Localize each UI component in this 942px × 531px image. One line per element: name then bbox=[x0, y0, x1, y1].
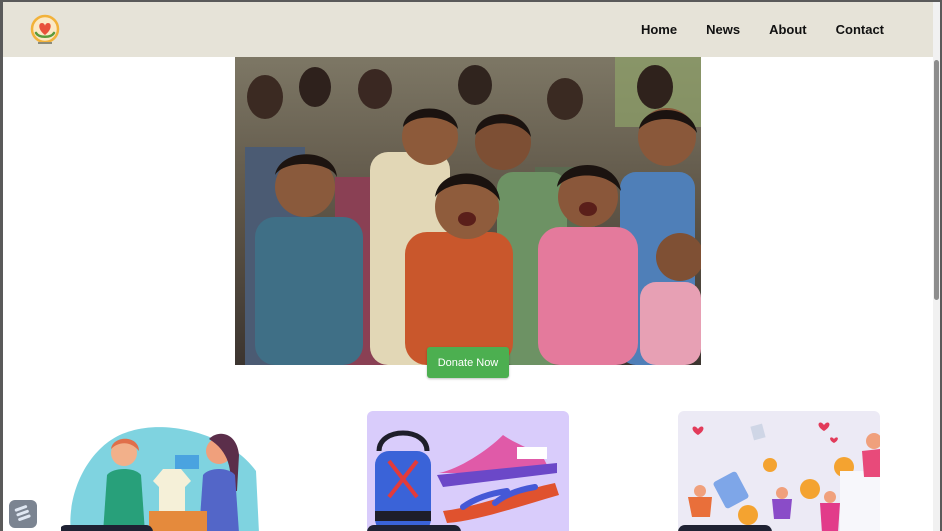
people-with-coins-and-money-illustration bbox=[688, 422, 880, 531]
card-3-button[interactable] bbox=[678, 525, 772, 531]
vertical-scrollbar[interactable] bbox=[933, 2, 940, 531]
heart-hands-logo[interactable] bbox=[27, 11, 63, 47]
browser-viewport: Home News About Contact Donate Now bbox=[0, 0, 942, 531]
navbar: Home News About Contact bbox=[3, 2, 938, 57]
nav-link-about[interactable]: About bbox=[769, 22, 807, 37]
nav-link-contact[interactable]: Contact bbox=[836, 22, 884, 37]
donate-now-button[interactable]: Donate Now bbox=[427, 347, 509, 378]
children-photo bbox=[235, 57, 701, 365]
volunteers-sharing-clothes-illustration bbox=[70, 427, 259, 531]
shoes-and-sandals-illustration bbox=[375, 430, 559, 531]
hero-image bbox=[235, 57, 701, 365]
card-money-donation bbox=[678, 411, 880, 531]
card-clothes-donation bbox=[61, 411, 263, 531]
nav-link-news[interactable]: News bbox=[706, 22, 740, 37]
card-1-button[interactable] bbox=[61, 525, 153, 531]
layers-icon bbox=[14, 505, 31, 521]
card-2-button[interactable] bbox=[367, 525, 461, 531]
scrollbar-thumb[interactable] bbox=[934, 60, 939, 300]
nav-links: Home News About Contact bbox=[641, 2, 884, 57]
floating-widget-button[interactable] bbox=[9, 500, 37, 528]
card-footwear-donation bbox=[367, 411, 569, 531]
nav-link-home[interactable]: Home bbox=[641, 22, 677, 37]
